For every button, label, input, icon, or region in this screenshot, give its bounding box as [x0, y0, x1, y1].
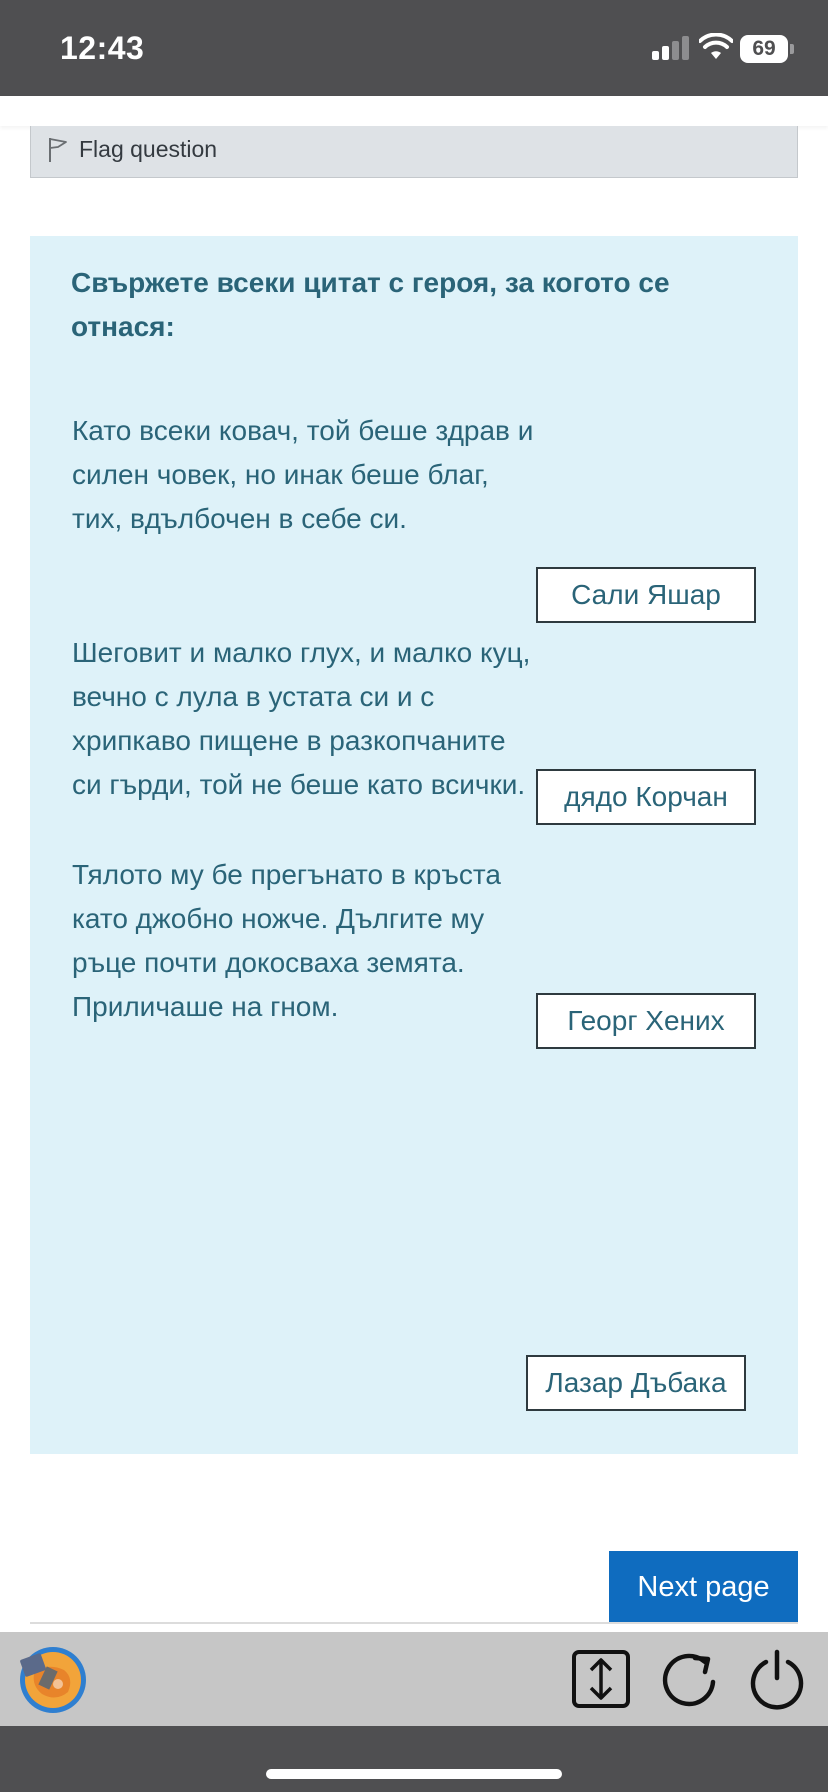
status-time: 12:43: [60, 30, 145, 66]
quote-2: Шеговит и малко глух, и малко куц, вечно…: [72, 637, 531, 800]
battery-tip: [790, 44, 794, 54]
quiz-page: Flag question Свържете всеки цитат с гер…: [0, 96, 828, 1632]
power-icon[interactable]: [746, 1648, 808, 1710]
quote-1: Като всеки ковач, той беше здрав и силен…: [72, 415, 534, 534]
app-logo-icon[interactable]: [12, 1644, 90, 1714]
header-strip: [0, 96, 828, 126]
answer-drag-item[interactable]: Георг Хених: [536, 993, 756, 1049]
home-indicator-area: [0, 1726, 828, 1792]
cellular-signal-icon: [652, 36, 692, 60]
answer-drag-item[interactable]: Сали Яшар: [536, 567, 756, 623]
flag-question-label: Flag question: [79, 136, 218, 162]
battery-level: 69: [740, 35, 788, 63]
flag-icon: [49, 138, 67, 162]
answer-drag-item[interactable]: дядо Корчан: [536, 769, 756, 825]
reload-icon[interactable]: [659, 1648, 721, 1710]
divider: [30, 1622, 798, 1624]
flag-question-toggle[interactable]: Flag question: [30, 126, 798, 178]
wifi-icon: [699, 33, 733, 59]
home-indicator[interactable]: [266, 1769, 562, 1779]
answer-drag-item[interactable]: Лазар Дъбака: [526, 1355, 746, 1411]
scroll-toggle-icon[interactable]: [570, 1648, 632, 1710]
next-page-button[interactable]: Next page: [609, 1551, 798, 1623]
bottom-toolbar: [0, 1632, 828, 1726]
question-title: Свържете всеки цитат с героя, за когото …: [71, 267, 670, 342]
question-box: Свържете всеки цитат с героя, за когото …: [30, 236, 798, 1454]
quote-3: Тялото му бе прегънато в кръста като джо…: [72, 859, 501, 1022]
status-bar: 12:43 69: [0, 0, 828, 96]
